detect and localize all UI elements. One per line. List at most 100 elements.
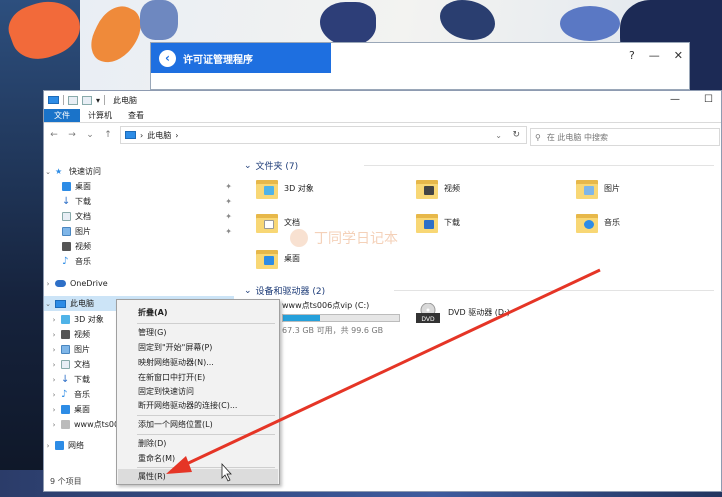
- chevron-right-icon[interactable]: ›: [50, 331, 58, 339]
- minimize-button[interactable]: —: [670, 94, 680, 105]
- folder-icon: [256, 177, 278, 199]
- nav-onedrive[interactable]: › OneDrive: [44, 276, 234, 291]
- chevron-right-icon[interactable]: ›: [50, 376, 58, 384]
- chevron-right-icon[interactable]: ›: [50, 421, 58, 429]
- license-title-bar[interactable]: ‹ 许可证管理程序: [151, 43, 331, 73]
- nav-label: 图片: [74, 345, 90, 354]
- nav-label: 此电脑: [70, 299, 94, 308]
- menu-item-delete[interactable]: 删除(D): [118, 436, 278, 451]
- menu-item-add-network-location[interactable]: 添加一个网络位置(L): [118, 417, 278, 432]
- explorer-window-controls: — ☐: [670, 94, 713, 105]
- menu-item-manage[interactable]: 管理(G): [118, 325, 278, 340]
- folder-icon: [256, 247, 278, 269]
- music-icon: ♪: [61, 389, 68, 400]
- license-manager-window[interactable]: ‹ 许可证管理程序 ? — ✕: [150, 42, 690, 90]
- folder-item-music[interactable]: 音乐: [576, 207, 722, 237]
- folder-icon: [576, 211, 598, 233]
- search-input[interactable]: ⚲ 在 此电脑 中搜索: [530, 128, 720, 146]
- tab-view[interactable]: 查看: [120, 109, 152, 122]
- nav-item-downloads[interactable]: ↓ 下载 ✦: [44, 194, 234, 209]
- nav-label: 下载: [75, 197, 91, 206]
- address-input[interactable]: › 此电脑 › ⌄ ↻: [120, 126, 527, 144]
- folder-item-3d[interactable]: 3D 对象: [256, 173, 406, 203]
- chevron-down-icon[interactable]: ⌄: [244, 286, 252, 296]
- menu-item-map-drive[interactable]: 映射网络驱动器(N)...: [118, 355, 278, 370]
- chevron-down-icon[interactable]: ⌄: [244, 161, 252, 171]
- chevron-right-icon[interactable]: ›: [44, 280, 52, 288]
- folder-label: 3D 对象: [284, 183, 314, 193]
- dvd-label: DVD: [421, 316, 435, 323]
- address-separator[interactable]: ›: [140, 131, 143, 140]
- nav-label: 图片: [75, 227, 91, 236]
- folder-item-downloads[interactable]: 下载: [416, 207, 566, 237]
- nav-label: www点ts00: [74, 420, 120, 429]
- chevron-down-icon[interactable]: ⌄: [44, 300, 52, 308]
- folder-label: 文档: [284, 217, 300, 227]
- up-arrow-icon[interactable]: ↑: [102, 130, 114, 140]
- nav-item-music[interactable]: ♪ 音乐: [44, 254, 234, 269]
- cube-icon: [61, 315, 70, 324]
- menu-item-collapse[interactable]: 折叠(A): [118, 305, 278, 320]
- recent-chevron-icon[interactable]: ⌄: [84, 130, 96, 140]
- computer-icon: [125, 131, 136, 139]
- watermark: 丁同学日记本: [290, 228, 398, 248]
- menu-item-properties[interactable]: 属性(R): [118, 469, 278, 484]
- chevron-right-icon[interactable]: ›: [50, 346, 58, 354]
- nav-item-pictures[interactable]: 图片 ✦: [44, 224, 234, 239]
- chevron-down-icon[interactable]: ⌄: [44, 168, 52, 176]
- drive-label: www点ts006点vip (C:): [282, 301, 370, 310]
- chevron-down-icon[interactable]: ⌄: [495, 131, 502, 140]
- folder-item-pictures[interactable]: 图片: [576, 173, 722, 203]
- explorer-title-bar[interactable]: ▾ 此电脑 — ☐: [44, 91, 721, 109]
- chevron-right-icon[interactable]: ›: [50, 406, 58, 414]
- status-bar: 9 个项目: [50, 477, 82, 486]
- nav-item-videos[interactable]: 视频: [44, 239, 234, 254]
- cat-logo-icon: [290, 229, 308, 247]
- chevron-right-icon[interactable]: ›: [44, 442, 52, 450]
- new-folder-icon[interactable]: [82, 95, 92, 105]
- folders-group-header[interactable]: ⌄ 文件夹 (7): [244, 159, 714, 172]
- divider: [364, 165, 714, 166]
- refresh-icon[interactable]: ↻: [512, 130, 520, 140]
- address-path[interactable]: 此电脑: [147, 130, 171, 141]
- drive-c[interactable]: www点ts006点vip (C:) 67.3 GB 可用，共 99.6 GB: [282, 300, 400, 340]
- picture-icon: [62, 227, 71, 236]
- menu-item-pin-start[interactable]: 固定到"开始"屏幕(P): [118, 340, 278, 355]
- nav-label: OneDrive: [70, 279, 108, 288]
- group-title: 文件夹 (7): [255, 162, 299, 172]
- address-separator[interactable]: ›: [175, 131, 178, 140]
- computer-icon: [48, 96, 59, 104]
- folder-item-videos[interactable]: 视频: [416, 173, 566, 203]
- chevron-right-icon[interactable]: ›: [50, 391, 58, 399]
- tab-computer[interactable]: 计算机: [80, 109, 120, 122]
- forward-arrow-icon[interactable]: →: [66, 130, 78, 140]
- drive-usage-fill: [283, 315, 321, 321]
- nav-label: 文档: [75, 212, 91, 221]
- back-arrow-icon[interactable]: ←: [48, 130, 60, 140]
- chevron-right-icon[interactable]: ›: [50, 316, 58, 324]
- nav-item-desktop[interactable]: 桌面 ✦: [44, 179, 234, 194]
- nav-label: 音乐: [75, 257, 91, 266]
- tab-file[interactable]: 文件: [44, 109, 80, 122]
- menu-item-open-new-window[interactable]: 在新窗口中打开(E): [118, 370, 278, 385]
- picture-icon: [61, 345, 70, 354]
- nav-label: 视频: [75, 242, 91, 251]
- license-window-controls: ? — ✕: [629, 49, 683, 62]
- chevron-right-icon[interactable]: ›: [50, 361, 58, 369]
- drive-d[interactable]: DVD DVD 驱动器 (D:): [414, 302, 510, 343]
- nav-item-documents[interactable]: 文档 ✦: [44, 209, 234, 224]
- close-button[interactable]: ✕: [674, 49, 683, 62]
- nav-quick-access[interactable]: ⌄ ★ 快速访问: [44, 164, 234, 179]
- minimize-button[interactable]: —: [649, 49, 660, 62]
- wallpaper-shape: [140, 0, 178, 40]
- chevron-down-icon[interactable]: ▾: [96, 96, 100, 105]
- content-pane: ⌄ 文件夹 (7) 3D 对象 视频 图片 文档 下载 音乐 桌面 ⌄ 设备和驱…: [242, 157, 722, 475]
- menu-item-disconnect-drive[interactable]: 断开网络驱动器的连接(C)...: [118, 398, 278, 413]
- maximize-button[interactable]: ☐: [704, 94, 713, 105]
- properties-icon[interactable]: [68, 95, 78, 105]
- menu-item-pin-quick-access[interactable]: 固定到快速访问: [118, 384, 278, 399]
- nav-label: 视频: [74, 330, 90, 339]
- menu-item-rename[interactable]: 重命名(M): [118, 451, 278, 466]
- help-button[interactable]: ?: [629, 49, 635, 62]
- drives-group-header[interactable]: ⌄ 设备和驱动器 (2): [244, 284, 714, 297]
